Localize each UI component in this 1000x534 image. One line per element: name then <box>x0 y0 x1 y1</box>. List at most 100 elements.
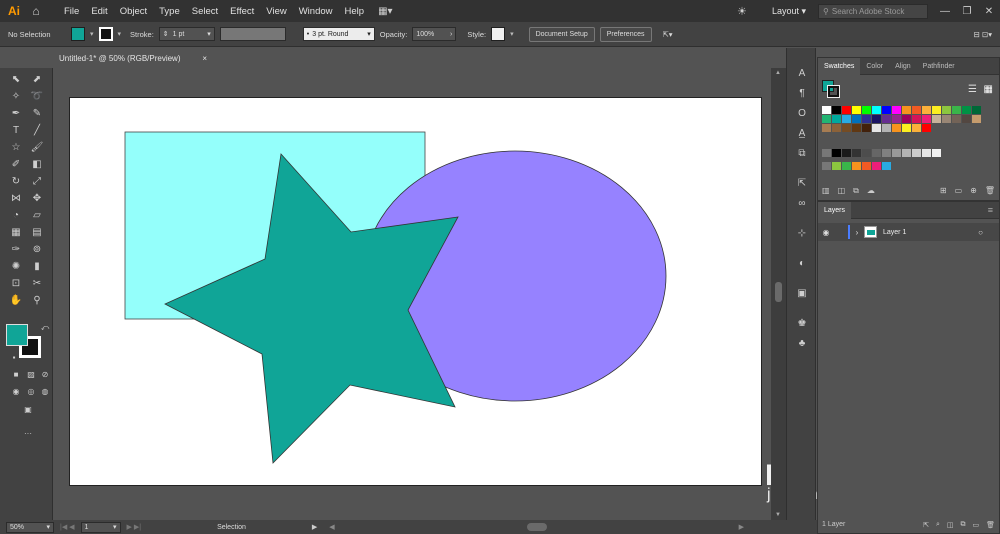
type-tool-icon[interactable]: T <box>7 123 25 138</box>
lightbulb-icon[interactable]: ☀ <box>732 5 752 18</box>
screen-mode-icon[interactable]: ▣ <box>19 402 37 417</box>
menu-select[interactable]: Select <box>186 6 224 17</box>
layout-dropdown[interactable]: Layout ▾ <box>766 6 812 17</box>
swatch-cell[interactable] <box>852 162 862 171</box>
swatch-cell[interactable] <box>932 106 942 115</box>
stroke-stepper-icon[interactable]: ⇕ <box>163 30 169 38</box>
swatch-cell[interactable] <box>822 106 832 115</box>
swatch-cell[interactable] <box>902 149 912 158</box>
locate-object-icon[interactable]: ⌕ <box>936 521 940 529</box>
width-tool-icon[interactable]: ⋈ <box>7 191 25 206</box>
panel-menu-icon[interactable]: ≡ <box>988 205 993 215</box>
arrange-icon[interactable]: ⇱▾ <box>663 30 673 39</box>
swatch-cell[interactable] <box>962 115 972 124</box>
perspective-grid-icon[interactable]: ▱ <box>28 208 46 223</box>
workspace-switcher-icon[interactable]: ▦▾ <box>378 6 404 17</box>
swatch-cell[interactable] <box>882 124 892 133</box>
blend-tool-icon[interactable]: ⊚ <box>28 242 46 257</box>
transform-icon[interactable]: ⊹ <box>794 228 810 242</box>
close-window-icon[interactable]: ✕ <box>978 6 1000 17</box>
swatch-cell[interactable] <box>892 124 902 133</box>
symbol-sprayer-icon[interactable]: ✺ <box>7 259 25 274</box>
glyphs-icon[interactable]: A̲ <box>794 128 810 142</box>
swatch-cell[interactable] <box>832 106 842 115</box>
horizontal-scroll-thumb[interactable] <box>526 523 547 531</box>
swatch-library-icon[interactable]: ▥ <box>822 186 830 196</box>
swatch-cell[interactable] <box>952 106 962 115</box>
preferences-button[interactable]: Preferences <box>599 26 652 42</box>
menu-view[interactable]: View <box>260 6 292 17</box>
fill-swatch[interactable] <box>71 27 85 41</box>
swatch-cell[interactable] <box>852 124 862 133</box>
char-styles-icon[interactable]: A <box>794 68 810 82</box>
brushes-icon[interactable]: ♚ <box>794 318 810 332</box>
swatch-cell[interactable] <box>862 106 872 115</box>
swatch-cell[interactable] <box>892 115 902 124</box>
menu-edit[interactable]: Edit <box>85 6 113 17</box>
tab-color[interactable]: Color <box>860 63 889 70</box>
links-icon[interactable]: ∞ <box>794 198 810 212</box>
swatch-cell[interactable] <box>922 106 932 115</box>
layer-row[interactable]: ◉ › Layer 1 ○ <box>818 223 999 241</box>
swatch-cell[interactable] <box>842 124 852 133</box>
swatch-cell[interactable] <box>912 124 922 133</box>
scale-tool-icon[interactable]: ⤢ <box>28 174 46 189</box>
swatch-cell[interactable] <box>862 149 872 158</box>
direct-selection-tool-icon[interactable]: ⬈ <box>28 72 46 87</box>
more-tools-icon[interactable]: ··· <box>19 426 37 441</box>
opacity-field[interactable]: 100% › <box>412 27 457 41</box>
swatch-cell[interactable] <box>852 149 862 158</box>
swatch-cell[interactable] <box>832 124 842 133</box>
hand-tool-icon[interactable]: ✋ <box>7 293 25 308</box>
swatch-cell[interactable] <box>882 162 892 171</box>
fill-color-chip[interactable] <box>6 324 28 346</box>
swatch-cell[interactable] <box>902 106 912 115</box>
swatch-cell[interactable] <box>942 106 952 115</box>
swatch-cell[interactable] <box>872 124 882 133</box>
new-layer-icon[interactable]: ▭ <box>972 521 979 529</box>
artboards-panel-icon[interactable]: ▣ <box>794 288 810 302</box>
draw-inside-icon[interactable]: ◍ <box>36 384 54 399</box>
swatch-cell[interactable] <box>872 106 882 115</box>
first-artboard-icon[interactable]: |◀ ◀ <box>60 523 75 531</box>
star-tool-icon[interactable]: ☆ <box>7 140 25 155</box>
swatch-cell[interactable] <box>952 115 962 124</box>
mesh-tool-icon[interactable]: ▦ <box>7 225 25 240</box>
pen-tool-icon[interactable]: ✒ <box>7 106 25 121</box>
scroll-down-icon[interactable]: ▼ <box>775 512 781 518</box>
curvature-tool-icon[interactable]: ✎ <box>28 106 46 121</box>
menu-window[interactable]: Window <box>293 6 339 17</box>
artboard[interactable] <box>69 97 762 486</box>
zoom-tool-icon[interactable]: ⚲ <box>28 293 46 308</box>
brush-profile-dropdown[interactable]: • 3 pt. Round ▾ <box>302 27 375 41</box>
new-swatch-icon[interactable]: ⊕ <box>970 186 977 196</box>
swatch-cell[interactable] <box>912 115 922 124</box>
swatch-cell[interactable] <box>872 149 882 158</box>
swatch-cell[interactable] <box>942 115 952 124</box>
graphic-style-swatch[interactable] <box>491 27 506 41</box>
swatch-cell[interactable] <box>862 162 872 171</box>
swatch-cell[interactable] <box>832 162 842 171</box>
swatch-cell[interactable] <box>862 115 872 124</box>
next-artboard-icon[interactable]: ▶ ▶| <box>127 523 142 531</box>
selection-tool-icon[interactable]: ⬉ <box>7 72 25 87</box>
swatch-cell[interactable] <box>832 115 842 124</box>
tab-pathfinder[interactable]: Pathfinder <box>917 63 961 70</box>
hscroll-right-icon[interactable]: ▶ <box>739 523 744 531</box>
stroke-weight-field[interactable]: ⇕ 1 pt ▾ <box>158 27 215 41</box>
shape-builder-icon[interactable]: ◔ <box>7 208 25 223</box>
chevron-down-icon[interactable]: ▾ <box>367 30 371 38</box>
swatch-kinds-icon[interactable]: ◫ <box>838 186 846 196</box>
swatch-cell[interactable] <box>832 149 842 158</box>
swatch-cell[interactable] <box>922 124 932 133</box>
panel-options-icon[interactable]: ⊟ ⊡▾ <box>974 30 992 39</box>
paintbrush-icon[interactable]: 🖌 <box>28 140 46 155</box>
swatch-cell[interactable] <box>912 106 922 115</box>
stock-search-input[interactable]: ⚲ Search Adobe Stock <box>818 3 928 19</box>
list-view-icon[interactable]: ☰ <box>968 84 977 95</box>
swatch-cell[interactable] <box>822 124 832 133</box>
eyedropper-icon[interactable]: ✑ <box>7 242 25 257</box>
swatch-cell[interactable] <box>922 149 932 158</box>
swatch-cell[interactable] <box>842 106 852 115</box>
chevron-down-icon[interactable]: ▾ <box>207 30 211 38</box>
